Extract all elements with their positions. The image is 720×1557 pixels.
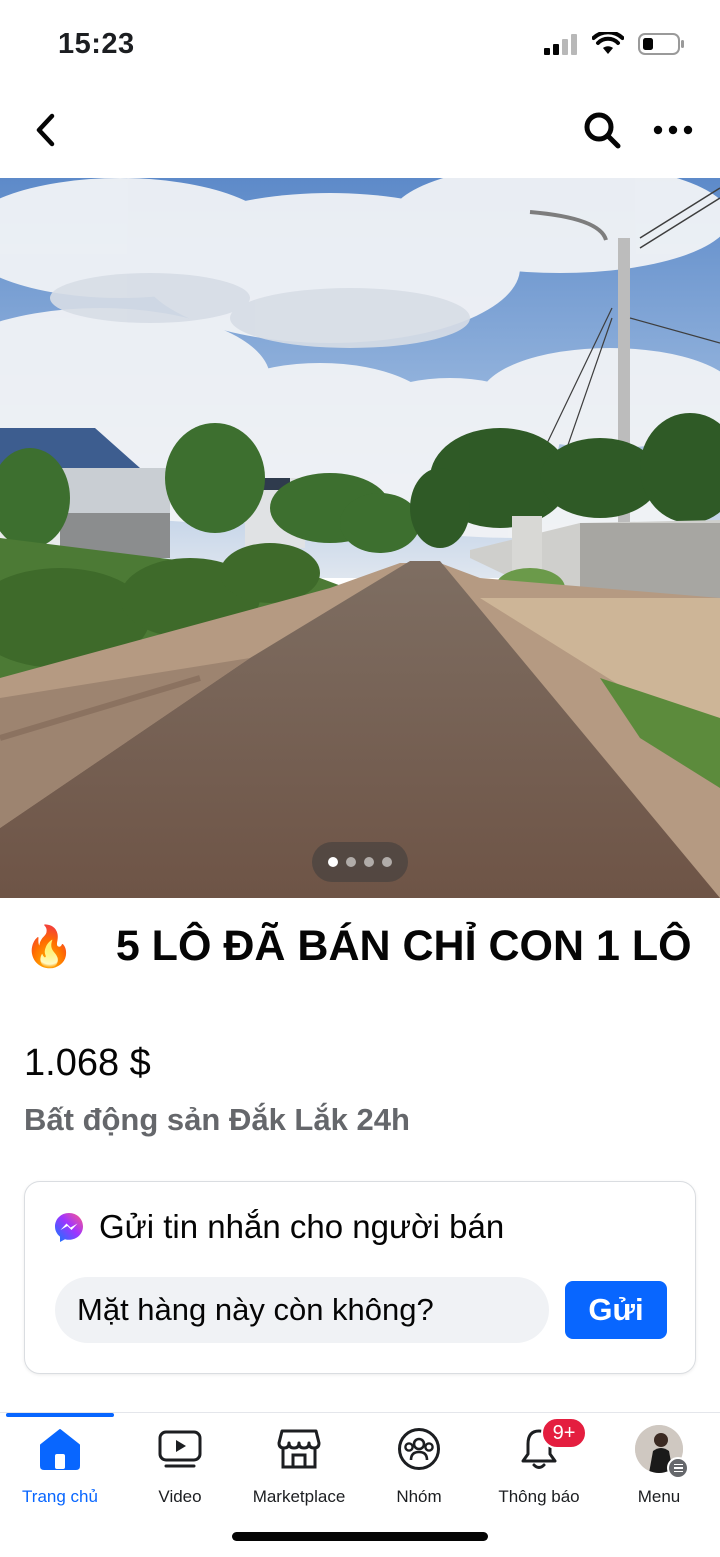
search-icon	[584, 112, 621, 149]
back-button[interactable]	[24, 108, 68, 152]
active-tab-indicator	[6, 1413, 114, 1417]
carousel-dot-4[interactable]	[382, 857, 392, 867]
carousel-dot-3[interactable]	[364, 857, 374, 867]
listing-title: 🔥 5 LÔ ĐÃ BÁN CHỈ CON 1 LÔ	[24, 918, 696, 975]
listing-photo-image	[0, 178, 720, 898]
listing-photo[interactable]	[0, 178, 720, 898]
tab-groups-label: Nhóm	[396, 1487, 442, 1506]
tab-menu[interactable]: Menu	[599, 1421, 719, 1511]
tab-home-label: Trang chủ	[22, 1487, 98, 1506]
fire-emoji: 🔥	[24, 925, 74, 969]
cellular-signal-icon	[544, 33, 578, 60]
home-indicator	[232, 1532, 488, 1541]
notification-badge: 9+	[541, 1417, 587, 1449]
tab-marketplace-label: Marketplace	[252, 1487, 346, 1506]
message-card-header: Gửi tin nhắn cho người bán	[53, 1208, 504, 1246]
bell-icon: 9+	[515, 1417, 587, 1473]
carousel-indicator[interactable]	[312, 842, 408, 882]
send-button[interactable]: Gửi	[565, 1281, 667, 1339]
home-icon	[36, 1425, 84, 1473]
tab-video-label: Video	[158, 1487, 202, 1506]
tab-video[interactable]: Video	[120, 1421, 240, 1511]
tab-notifications-label: Thông báo	[498, 1487, 580, 1506]
battery-icon	[638, 32, 686, 61]
menu-avatar-wrapper	[635, 1425, 689, 1479]
video-icon	[156, 1425, 204, 1473]
carousel-dot-2[interactable]	[346, 857, 356, 867]
top-nav	[0, 90, 720, 178]
tab-home[interactable]: Trang chủ	[0, 1421, 120, 1511]
message-card-title: Gửi tin nhắn cho người bán	[99, 1208, 505, 1245]
status-time: 15:23	[58, 28, 135, 60]
groups-icon	[395, 1425, 443, 1473]
messenger-icon	[55, 1213, 83, 1242]
more-icon	[653, 125, 693, 135]
tab-groups[interactable]: Nhóm	[359, 1421, 479, 1511]
listing-title-text: 5 LÔ ĐÃ BÁN CHỈ CON 1 LÔ	[115, 922, 692, 970]
carousel-dot-1[interactable]	[328, 857, 338, 867]
status-icons	[544, 30, 686, 61]
marketplace-icon	[275, 1425, 323, 1473]
more-options-button[interactable]	[648, 108, 698, 152]
tab-menu-label: Menu	[637, 1487, 681, 1506]
listing-price: 1.068 $	[24, 1042, 151, 1084]
tab-marketplace[interactable]: Marketplace	[239, 1421, 359, 1511]
listing-location[interactable]: Bất động sản Đắk Lắk 24h	[24, 1102, 410, 1138]
menu-icon	[667, 1457, 689, 1479]
message-seller-card: Gửi tin nhắn cho người bán Gửi	[24, 1181, 696, 1374]
wifi-icon	[591, 30, 625, 61]
search-button[interactable]	[580, 108, 624, 152]
status-bar: 15:23	[0, 0, 720, 90]
chevron-left-icon	[36, 113, 55, 147]
message-input[interactable]	[55, 1277, 549, 1343]
tab-notifications[interactable]: 9+ Thông báo	[479, 1417, 599, 1511]
